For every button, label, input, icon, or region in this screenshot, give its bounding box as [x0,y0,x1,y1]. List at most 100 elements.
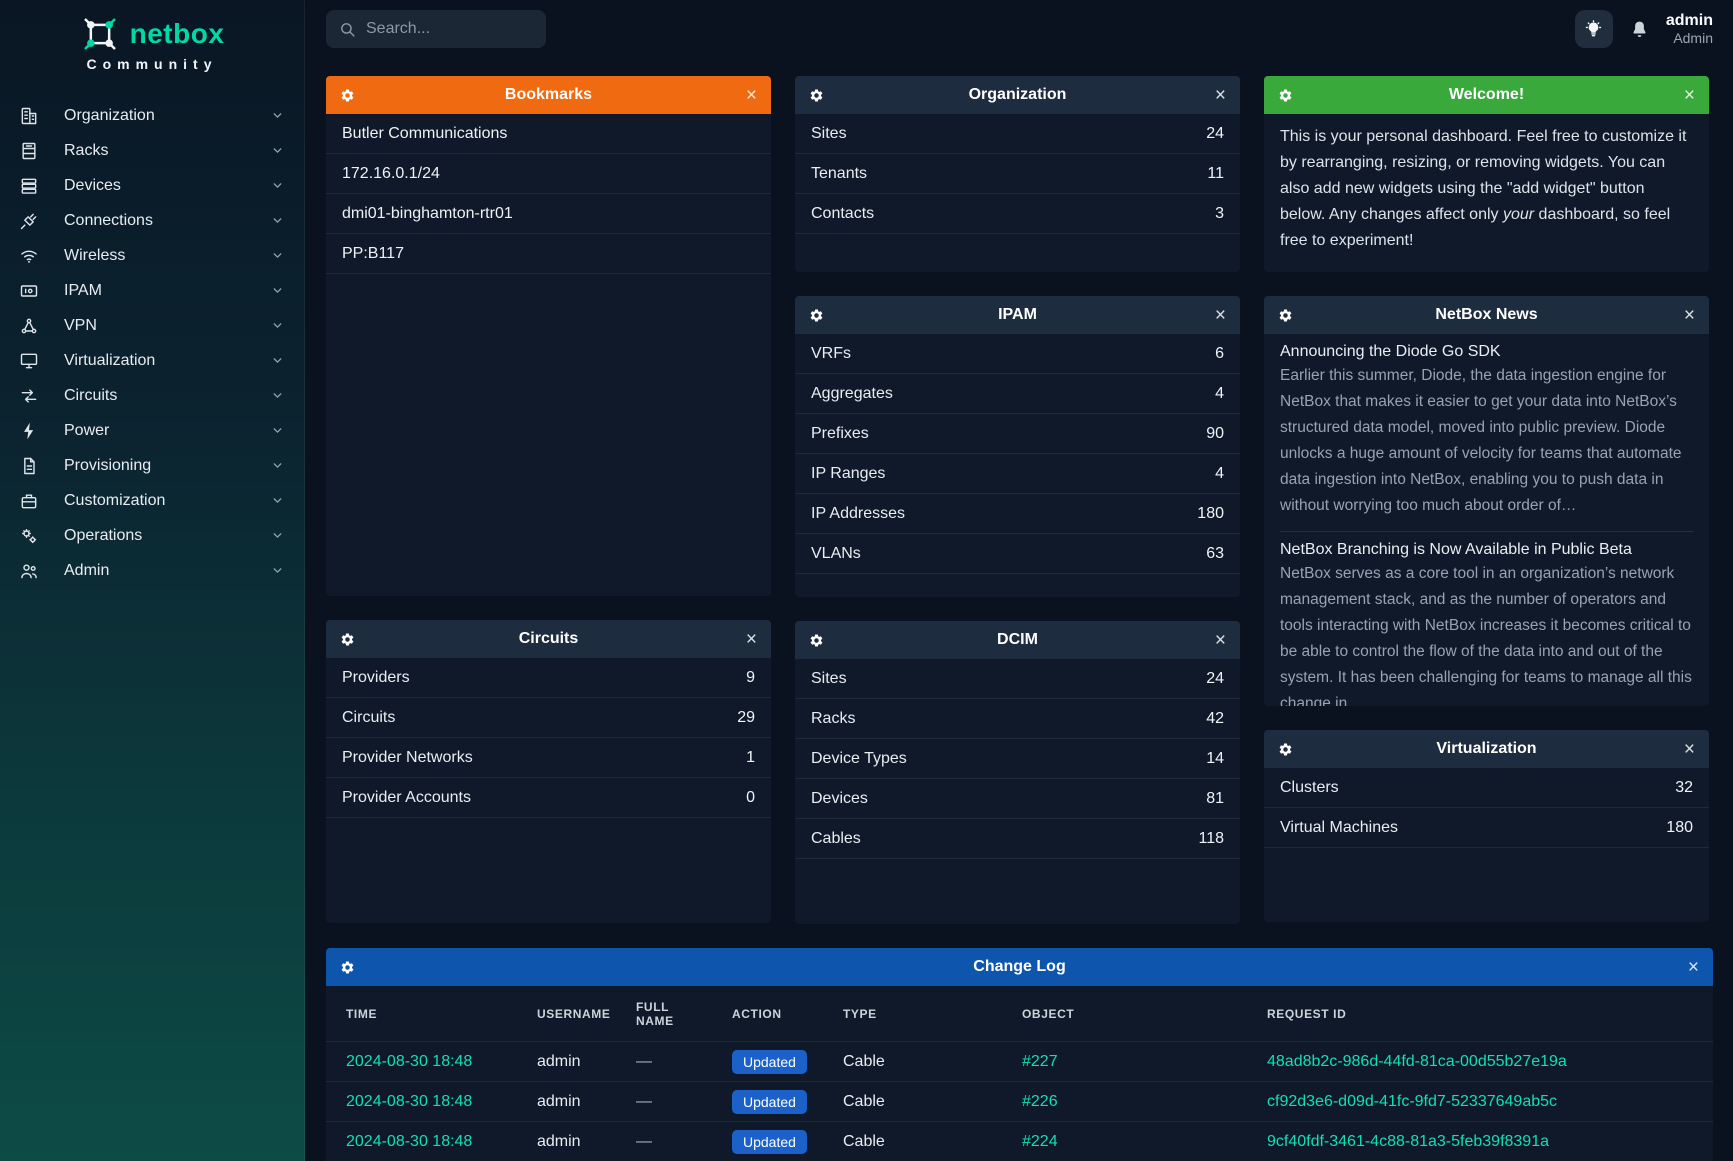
sidebar-item-connections[interactable]: Connections [0,203,304,238]
gear-icon[interactable] [809,633,824,648]
monitor-icon [18,351,40,371]
sidebar-item-admin[interactable]: Admin [0,553,304,588]
stat-label[interactable]: Providers [342,669,410,687]
stat-label[interactable]: Cables [811,830,861,848]
gear-icon[interactable] [340,88,355,103]
gear-icon[interactable] [809,308,824,323]
stat-label[interactable]: Clusters [1280,779,1339,797]
changelog-object-link[interactable]: #226 [1022,1093,1058,1110]
gears-icon [18,526,40,546]
close-icon[interactable]: × [1684,306,1695,325]
close-icon[interactable]: × [1215,306,1226,325]
column-header-type: TYPE [823,986,1002,1042]
stat-label[interactable]: Provider Networks [342,749,473,767]
widget-title: IPAM [998,306,1037,324]
user-name: admin [1666,12,1713,30]
rack-icon [18,141,40,161]
action-badge: Updated [732,1130,807,1154]
search-input[interactable] [366,20,516,38]
netbox-news-widget: NetBox News × Announcing the Diode Go SD… [1264,296,1709,706]
bookmark-link[interactable]: 172.16.0.1/24 [326,154,771,194]
gear-icon[interactable] [809,88,824,103]
netbox-logo-icon [80,14,120,54]
stat-label[interactable]: Racks [811,710,855,728]
stat-value: 118 [1198,830,1224,848]
stat-label[interactable]: Sites [811,125,847,143]
close-icon[interactable]: × [1215,86,1226,105]
changelog-requestid-link[interactable]: 9cf40fdf-3461-4c88-81a3-5feb39f8391a [1267,1133,1549,1150]
gear-icon[interactable] [1278,88,1293,103]
stat-label[interactable]: Devices [811,790,868,808]
close-icon[interactable]: × [1215,631,1226,650]
stat-label[interactable]: Sites [811,670,847,688]
column-header-object: OBJECT [1002,986,1247,1042]
stat-value: 9 [746,669,755,687]
stat-row: IP Ranges4 [795,454,1240,494]
stat-row: IP Addresses180 [795,494,1240,534]
stat-label[interactable]: VRFs [811,345,851,363]
widget-title: Organization [969,86,1067,104]
changelog-object-link[interactable]: #227 [1022,1053,1058,1070]
stat-value: 24 [1206,670,1224,688]
stat-value: 14 [1206,750,1224,768]
stat-label[interactable]: Circuits [342,709,395,727]
bookmark-link[interactable]: PP:B117 [326,234,771,274]
changelog-fullname: — [616,1042,712,1082]
changelog-time-link[interactable]: 2024-08-30 18:48 [346,1133,472,1150]
sidebar-item-racks[interactable]: Racks [0,133,304,168]
stat-label[interactable]: IP Ranges [811,465,885,483]
sidebar-item-provisioning[interactable]: Provisioning [0,448,304,483]
stat-label[interactable]: Tenants [811,165,867,183]
user-role: Admin [1666,30,1713,46]
changelog-time-link[interactable]: 2024-08-30 18:48 [346,1093,472,1110]
changelog-requestid-link[interactable]: cf92d3e6-d09d-41fc-9fd7-52337649ab5c [1267,1093,1557,1110]
changelog-requestid-link[interactable]: 48ad8b2c-986d-44fd-81ca-00d55b27e19a [1267,1053,1567,1070]
sidebar-item-organization[interactable]: Organization [0,98,304,133]
sidebar-item-operations[interactable]: Operations [0,518,304,553]
sidebar-item-devices[interactable]: Devices [0,168,304,203]
sidebar-item-power[interactable]: Power [0,413,304,448]
sidebar-item-vpn[interactable]: VPN [0,308,304,343]
gear-icon[interactable] [340,632,355,647]
stat-label[interactable]: VLANs [811,545,861,563]
stat-row: Sites 24 [795,659,1240,699]
news-headline[interactable]: NetBox Branching is Now Available in Pub… [1280,541,1693,559]
changelog-time-link[interactable]: 2024-08-30 18:48 [346,1053,472,1070]
stat-label[interactable]: Contacts [811,205,874,223]
theme-toggle-button[interactable] [1575,10,1613,48]
change-log-table: TIME USERNAME FULL NAME ACTION TYPE OBJE… [326,986,1713,1161]
notifications-bell-icon[interactable] [1629,19,1650,40]
gear-icon[interactable] [1278,742,1293,757]
widget-title: Welcome! [1449,86,1524,104]
chevron-down-icon [271,249,284,262]
stat-label[interactable]: Provider Accounts [342,789,471,807]
user-menu[interactable]: admin Admin [1666,12,1713,46]
sidebar-item-customization[interactable]: Customization [0,483,304,518]
changelog-username: admin [517,1082,616,1122]
brand[interactable]: netbox Community [0,14,304,72]
document-icon [18,456,40,476]
close-icon[interactable]: × [746,630,757,649]
search-box[interactable] [326,10,546,48]
sidebar-item-wireless[interactable]: Wireless [0,238,304,273]
sidebar-item-circuits[interactable]: Circuits [0,378,304,413]
close-icon[interactable]: × [1688,958,1699,977]
close-icon[interactable]: × [1684,740,1695,759]
bookmark-link[interactable]: Butler Communications [326,114,771,154]
stat-label[interactable]: Aggregates [811,385,893,403]
close-icon[interactable]: × [746,86,757,105]
news-headline[interactable]: Announcing the Diode Go SDK [1280,343,1693,361]
sidebar-item-virtualization[interactable]: Virtualization [0,343,304,378]
gear-icon[interactable] [340,960,355,975]
stat-label[interactable]: Virtual Machines [1280,819,1398,837]
stat-label[interactable]: Device Types [811,750,907,768]
organization-widget-header: Organization × [795,76,1240,114]
stat-label[interactable]: Prefixes [811,425,869,443]
sidebar-item-label: Devices [64,177,121,195]
sidebar-item-ipam[interactable]: IPAM [0,273,304,308]
stat-label[interactable]: IP Addresses [811,505,905,523]
close-icon[interactable]: × [1684,86,1695,105]
changelog-object-link[interactable]: #224 [1022,1133,1058,1150]
bookmark-link[interactable]: dmi01-binghamton-rtr01 [326,194,771,234]
gear-icon[interactable] [1278,308,1293,323]
